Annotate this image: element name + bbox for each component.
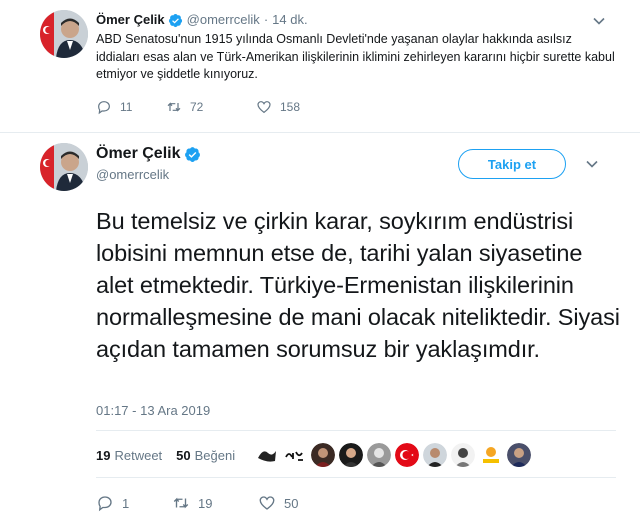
retweet-button[interactable]: 72 [166,99,256,115]
like-stat-count: 50 [176,447,191,463]
like-button[interactable]: 158 [256,99,300,115]
reply-icon [98,496,112,512]
like-stat[interactable]: 50 Beğeni [176,448,235,463]
like-count: 50 [284,495,299,511]
avatar[interactable] [40,10,88,58]
reply-icon [98,101,110,115]
tweet-actions: 11 72 158 [96,99,300,115]
retweet-icon [173,497,189,509]
tweet-timestamp[interactable]: 01:17 - 13 Ara 2019 [96,403,210,418]
tweet-divider [0,132,640,133]
liker-avatar[interactable] [367,443,392,467]
context-tweet[interactable]: Ömer Çelik @omerrcelik · 14 dk. ABD Sena… [0,0,640,132]
liker-avatar[interactable] [339,443,364,467]
separator-dot: · [263,12,269,27]
liker-avatar[interactable] [283,443,308,467]
like-stat-label: Beğeni [194,447,236,463]
tweet-time[interactable]: 14 dk. [272,12,307,28]
reply-count: 1 [122,495,130,511]
reply-count: 11 [120,100,133,114]
retweet-stat-label: Retweet [114,447,163,463]
tweet-actions: 1 19 50 [96,494,298,512]
liker-avatar[interactable] [507,443,532,467]
heart-icon [259,496,275,510]
liker-avatar[interactable] [451,443,476,467]
liker-avatars [255,443,535,467]
liker-avatar[interactable] [255,443,280,467]
author-name[interactable]: Ömer Çelik [96,144,180,164]
liker-avatar[interactable] [423,443,448,467]
stats-divider-top [96,430,616,431]
follow-button[interactable]: Takip et [458,149,566,179]
tweet-text: ABD Senatosu'nun 1915 yılında Osmanlı De… [96,32,615,81]
author-handle[interactable]: @omerrcelik [96,167,169,182]
reply-button[interactable]: 11 [96,99,166,115]
retweet-button[interactable]: 19 [172,494,258,512]
retweet-icon [167,102,181,112]
author-name[interactable]: Ömer Çelik [96,12,165,28]
retweet-stat-count: 19 [96,447,111,463]
stats-divider-bottom [96,477,616,478]
tweet-stats: 19 Retweet 50 Beğeni [96,440,535,470]
verified-badge-icon [185,146,201,162]
verified-badge-icon [168,13,182,27]
like-button[interactable]: 50 [258,494,298,512]
liker-avatar[interactable] [479,443,504,467]
heart-icon [257,101,271,114]
like-count: 158 [280,100,301,114]
avatar[interactable] [40,143,88,191]
liker-avatar[interactable] [311,443,336,467]
chevron-down-icon[interactable] [592,14,606,28]
liker-avatar[interactable] [395,443,420,467]
retweet-count: 19 [198,495,213,511]
retweet-count: 72 [190,100,204,114]
tweet-text: Bu temelsiz ve çirkin karar, soykırım en… [96,208,620,362]
author-handle[interactable]: @omerrcelik [187,12,260,28]
retweet-stat[interactable]: 19 Retweet [96,448,162,463]
reply-button[interactable]: 1 [96,494,172,512]
chevron-down-icon[interactable] [585,157,599,171]
